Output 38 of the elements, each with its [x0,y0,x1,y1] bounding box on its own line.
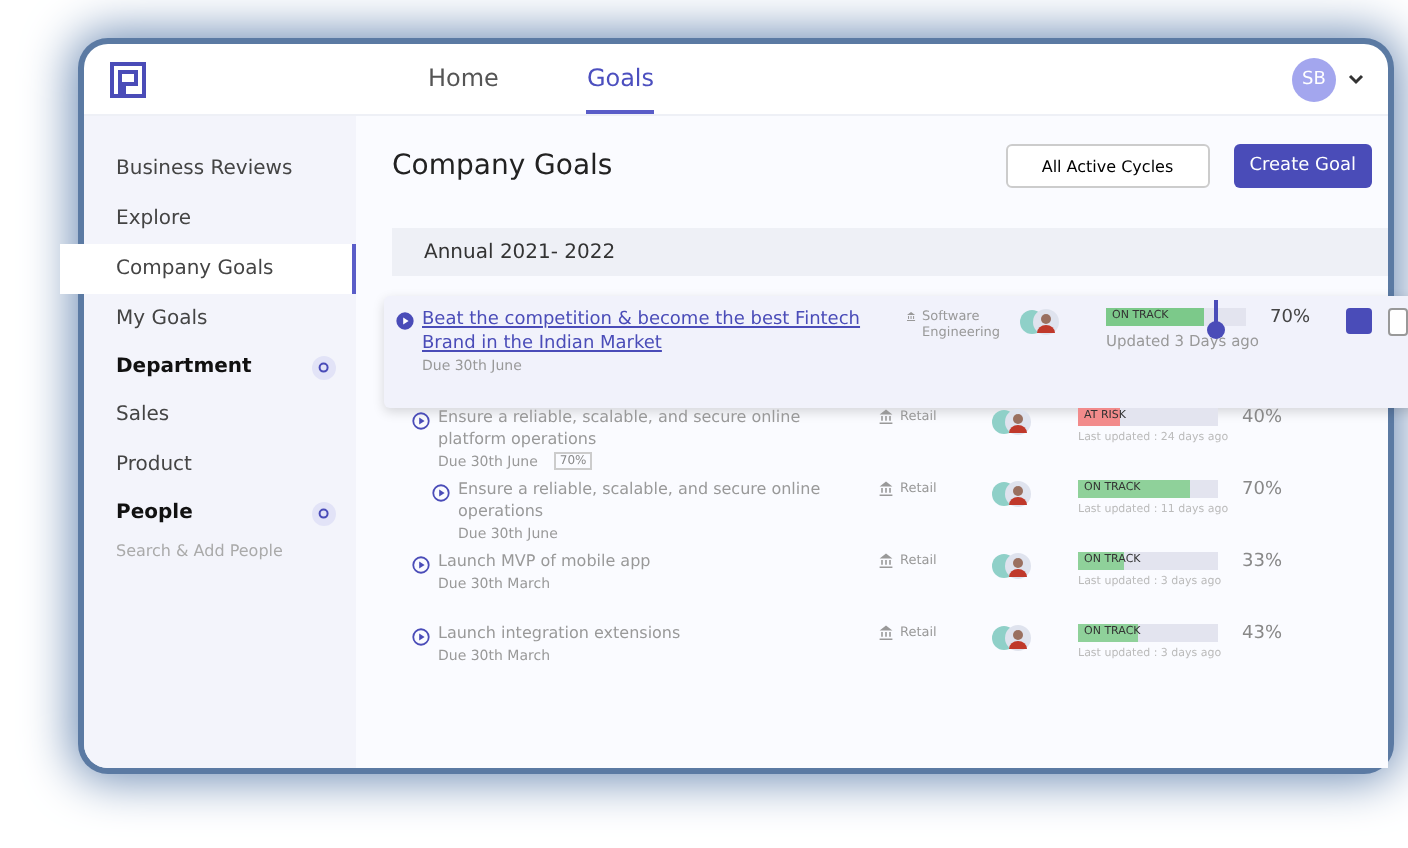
play-circle-icon[interactable] [412,556,430,574]
more-menu-button[interactable] [1388,308,1408,336]
play-circle-icon[interactable] [432,484,450,502]
sidebar-item[interactable]: Product [84,440,356,490]
search-icon[interactable] [312,355,336,379]
avatar-pair-icon [990,552,1034,580]
caret-icon[interactable] [1348,71,1364,87]
search-icon[interactable] [312,501,336,525]
nav-tab[interactable]: Home [428,44,499,114]
percent-text: 33% [1242,552,1285,572]
bank-icon [906,308,917,324]
bank-icon [878,480,894,496]
avatar-pair-icon [990,480,1034,508]
sidebar-item[interactable]: My Goals [84,294,356,344]
play-circle-icon[interactable] [412,628,430,646]
percent-text: 70% [1270,308,1313,328]
sidebar-heading: Department [116,356,252,378]
create-goal-button[interactable]: Create Goal [1233,144,1372,188]
percent-text: 40% [1242,408,1285,428]
sidebar-item[interactable]: Sales [84,390,356,440]
bank-icon [878,552,894,568]
play-circle-icon[interactable] [412,412,430,430]
goal-title[interactable]: Beat the competition & become the best Fintech Brand in the Indian Market [422,308,894,357]
sidebar-item[interactable]: Explore [84,194,356,244]
bank-icon [878,408,894,424]
bank-icon [878,624,894,640]
percent-text: 43% [1242,624,1285,644]
avatar-pair-icon [990,408,1034,436]
percent-text: 70% [1242,480,1285,500]
play-circle-icon[interactable] [396,312,414,330]
cycle-dropdown[interactable]: All Active Cycles [1005,144,1210,188]
avatar-pair-icon [990,624,1034,652]
avatar-pair-icon [1018,308,1062,336]
sidebar-item[interactable]: Business Reviews [84,144,356,194]
cycle-header: Annual 2021- 2022 [392,228,1388,276]
sidebar-heading: People [116,502,193,524]
page-title: Company Goals [392,150,615,182]
logo-icon[interactable] [108,59,148,99]
